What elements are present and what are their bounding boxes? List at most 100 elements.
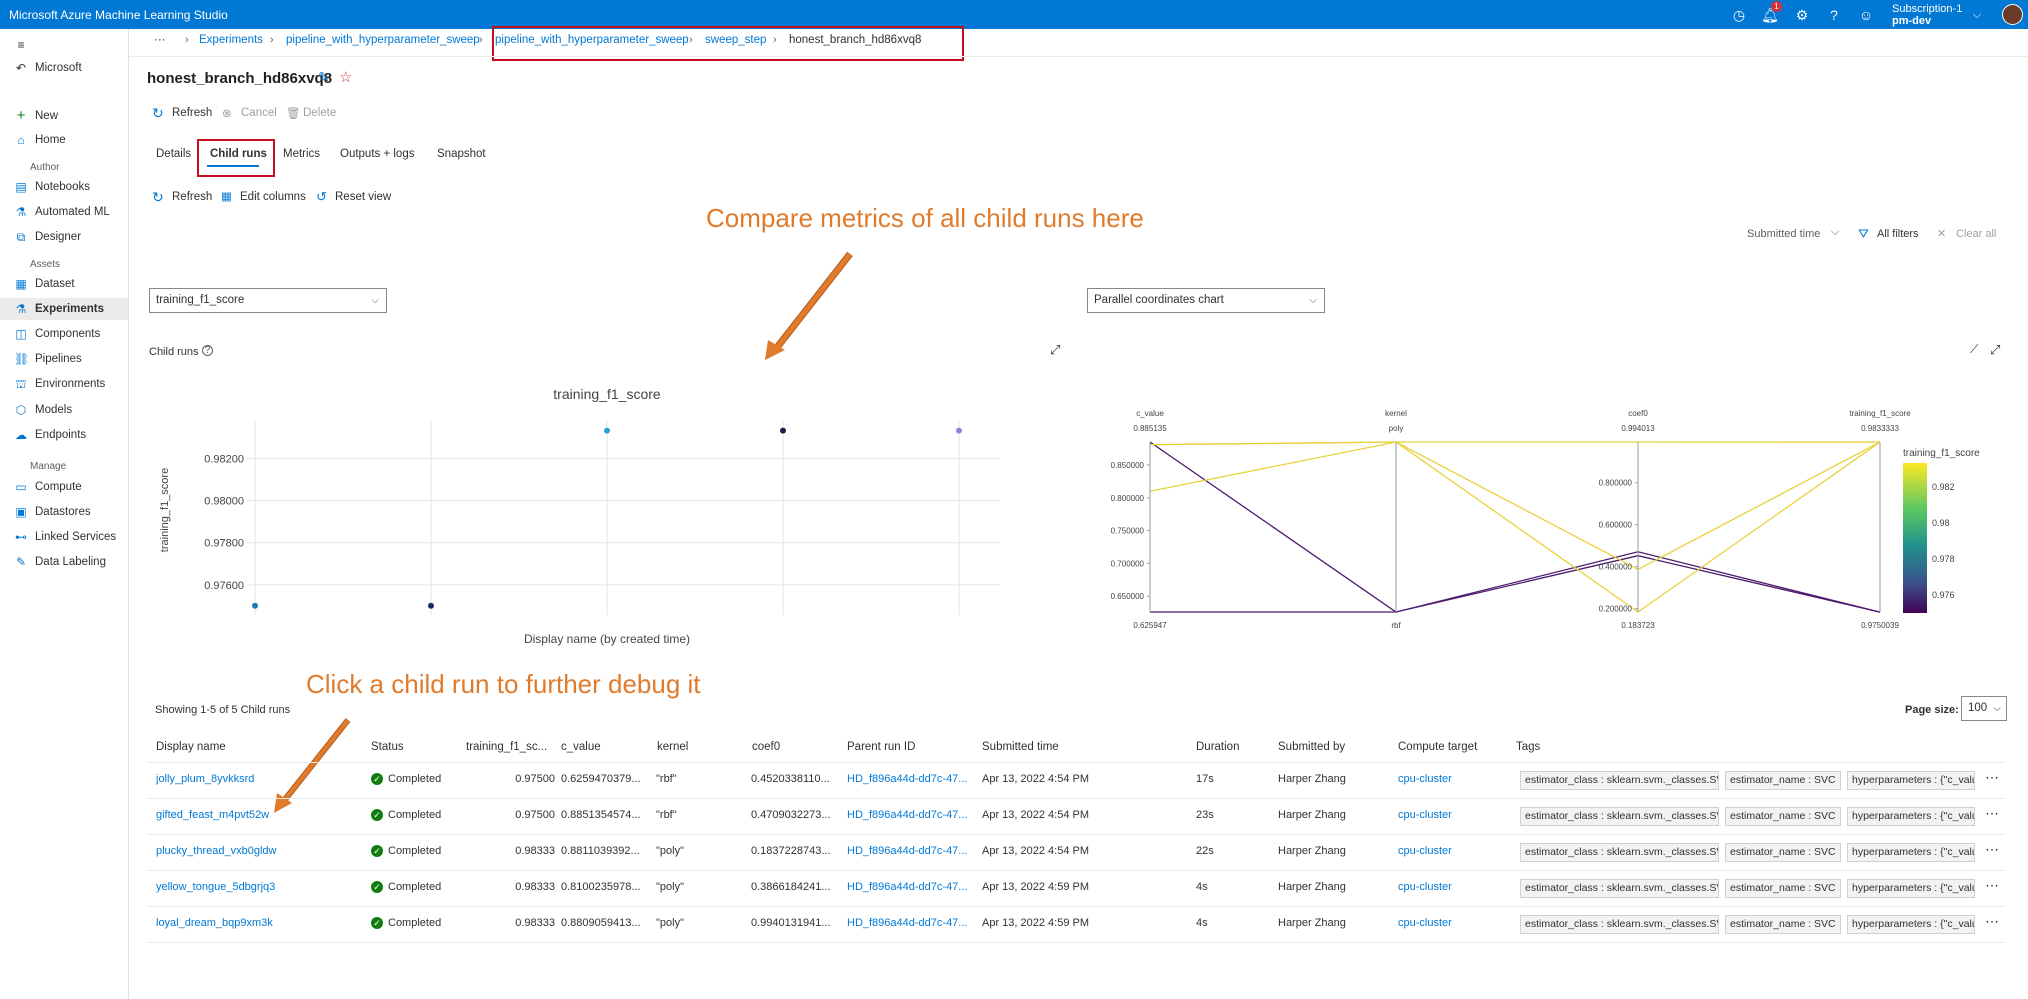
tag-hyperparameters: hyperparameters : {"c_valu [1847, 771, 1975, 790]
parent-run-link[interactable]: HD_f896a44d-dd7c-47... [847, 773, 972, 785]
duration-cell: 4s [1196, 917, 1208, 929]
pc-axis-top: 0.9833333 [1861, 424, 1899, 433]
scatter-point[interactable] [428, 602, 434, 609]
run-name-link[interactable]: plucky_thread_vxb0gldw [156, 845, 356, 857]
table-row[interactable]: plucky_thread_vxb0gldw ✓ Completed 0.98333 0… [147, 835, 2005, 871]
parallel-line[interactable] [1149, 555, 1881, 613]
run-name-link[interactable]: loyal_dream_bqp9xm3k [156, 917, 356, 929]
scatter-point[interactable] [956, 427, 962, 434]
pc-axis-title: coef0 [1628, 409, 1648, 418]
compute-target-link[interactable]: cpu-cluster [1398, 917, 1498, 929]
parent-run-link[interactable]: HD_f896a44d-dd7c-47... [847, 917, 972, 929]
pc-tick-label: 0.700000 [1111, 559, 1145, 568]
status-text: Completed [388, 809, 442, 821]
tag-estimator-name: estimator_name : SVC [1725, 807, 1841, 826]
parent-run-link[interactable]: HD_f896a44d-dd7c-47... [847, 809, 972, 821]
col-training-f1[interactable]: training_f1_sc... [466, 741, 547, 753]
table-row[interactable]: gifted_feast_m4pvt52w ✓ Completed 0.97500 0.… [147, 799, 2005, 835]
submitted-by-cell: Harper Zhang [1278, 809, 1346, 821]
table-row[interactable]: loyal_dream_bqp9xm3k ✓ Completed 0.98333 0.8… [147, 907, 2005, 943]
arrow-compare [765, 251, 853, 360]
parallel-line[interactable] [1149, 441, 1881, 446]
run-name-link[interactable]: yellow_tongue_5dbgrjq3 [156, 881, 356, 893]
check-circle-icon: ✓ [371, 881, 383, 894]
run-name-link[interactable]: jolly_plum_8yvkksrd [156, 773, 356, 785]
submitted-by-cell: Harper Zhang [1278, 773, 1346, 785]
col-coef0[interactable]: coef0 [752, 741, 780, 753]
col-compute-target[interactable]: Compute target [1398, 741, 1477, 753]
more-options-icon[interactable]: ⋯ [1985, 805, 1999, 822]
y-tick-label: 0.98000 [204, 496, 244, 508]
colorbar-title: training_f1_score [1903, 448, 1980, 459]
run-name-link[interactable]: gifted_feast_m4pvt52w [156, 809, 356, 821]
c-value-cell: 0.8100235978... [561, 881, 641, 893]
col-status[interactable]: Status [371, 741, 404, 753]
annotation-click-child-run: Click a child run to further debug it [306, 669, 701, 699]
tag-estimator-name: estimator_name : SVC [1725, 879, 1841, 898]
col-tags[interactable]: Tags [1516, 741, 1540, 753]
y-tick-label: 0.98200 [204, 454, 244, 466]
table-row[interactable]: yellow_tongue_5dbgrjq3 ✓ Completed 0.98333 0… [147, 871, 2005, 907]
duration-cell: 4s [1196, 881, 1208, 893]
duration-cell: 23s [1196, 809, 1214, 821]
pc-axis-title: kernel [1385, 409, 1407, 418]
col-c-value[interactable]: c_value [561, 741, 601, 753]
page-size-label: Page size: [1905, 704, 1959, 716]
compute-target-link[interactable]: cpu-cluster [1398, 881, 1498, 893]
submitted-time-cell: Apr 13, 2022 4:59 PM [982, 917, 1090, 929]
col-display-name[interactable]: Display name [156, 741, 226, 753]
check-circle-icon: ✓ [371, 917, 383, 930]
status-cell: ✓ Completed [371, 773, 461, 786]
col-parent-run-id[interactable]: Parent run ID [847, 741, 915, 753]
scatter-point[interactable] [252, 602, 258, 609]
f1-cell: 0.98333 [515, 881, 555, 893]
tag-hyperparameters: hyperparameters : {"c_valu [1847, 915, 1975, 934]
compute-target-link[interactable]: cpu-cluster [1398, 773, 1498, 785]
f1-cell: 0.98333 [515, 917, 555, 929]
colorbar-tick-label: 0.976 [1932, 590, 1955, 600]
f1-cell: 0.97500 [515, 809, 555, 821]
compute-target-link[interactable]: cpu-cluster [1398, 809, 1498, 821]
table-row[interactable]: jolly_plum_8yvkksrd ✓ Completed 0.97500 0.62… [147, 763, 2005, 799]
more-options-icon[interactable]: ⋯ [1985, 769, 1999, 786]
tag-estimator-class: estimator_class : sklearn.svm._classes.S… [1520, 807, 1719, 826]
more-options-icon[interactable]: ⋯ [1985, 877, 1999, 894]
parallel-coordinates-chart[interactable]: c_value 0.885135 0.625947 0.850000 0.800000 0… [1090, 400, 2028, 640]
c-value-cell: 0.8811039392... [561, 845, 640, 857]
pc-tick-label: 0.750000 [1111, 527, 1145, 536]
col-duration[interactable]: Duration [1196, 741, 1239, 753]
coef0-cell: 0.4520338110... [751, 773, 830, 785]
page-size-dropdown[interactable]: 100 ⌵ [1961, 696, 2007, 721]
scatter-point[interactable] [780, 427, 786, 434]
parallel-line[interactable] [1149, 441, 1881, 571]
tag-estimator-name: estimator_name : SVC [1725, 771, 1841, 790]
c-value-cell: 0.8809059413... [561, 917, 641, 929]
status-cell: ✓ Completed [371, 809, 461, 822]
pc-tick-label: 0.400000 [1599, 563, 1633, 572]
kernel-cell: "rbf" [656, 773, 677, 785]
col-submitted-by[interactable]: Submitted by [1278, 741, 1345, 753]
parent-run-link[interactable]: HD_f896a44d-dd7c-47... [847, 881, 972, 893]
scatter-point[interactable] [604, 427, 610, 434]
pc-tick-label: 0.600000 [1599, 521, 1633, 530]
kernel-cell: "rbf" [656, 809, 677, 821]
submitted-time-cell: Apr 13, 2022 4:59 PM [982, 881, 1090, 893]
y-tick-label: 0.97600 [204, 580, 244, 592]
more-options-icon[interactable]: ⋯ [1985, 913, 1999, 930]
compute-target-link[interactable]: cpu-cluster [1398, 845, 1498, 857]
colorbar-tick-label: 0.978 [1932, 554, 1955, 564]
colorbar [1903, 463, 1927, 613]
more-options-icon[interactable]: ⋯ [1985, 841, 1999, 858]
pc-axis-bottom: rbf [1391, 621, 1401, 630]
col-submitted-time[interactable]: Submitted time [982, 741, 1059, 753]
pc-axis-title: c_value [1136, 409, 1164, 418]
submitted-time-cell: Apr 13, 2022 4:54 PM [982, 773, 1090, 785]
tag-estimator-name: estimator_name : SVC [1725, 843, 1841, 862]
chevron-down-icon: ⌵ [1993, 703, 2001, 714]
scatter-chart[interactable]: training_f1_score training_f1_score Disp… [140, 370, 1020, 660]
kernel-cell: "poly" [656, 845, 684, 857]
tag-hyperparameters: hyperparameters : {"c_valu [1847, 843, 1975, 862]
parent-run-link[interactable]: HD_f896a44d-dd7c-47... [847, 845, 972, 857]
col-kernel[interactable]: kernel [657, 741, 688, 753]
pc-tick-label: 0.200000 [1599, 605, 1633, 614]
